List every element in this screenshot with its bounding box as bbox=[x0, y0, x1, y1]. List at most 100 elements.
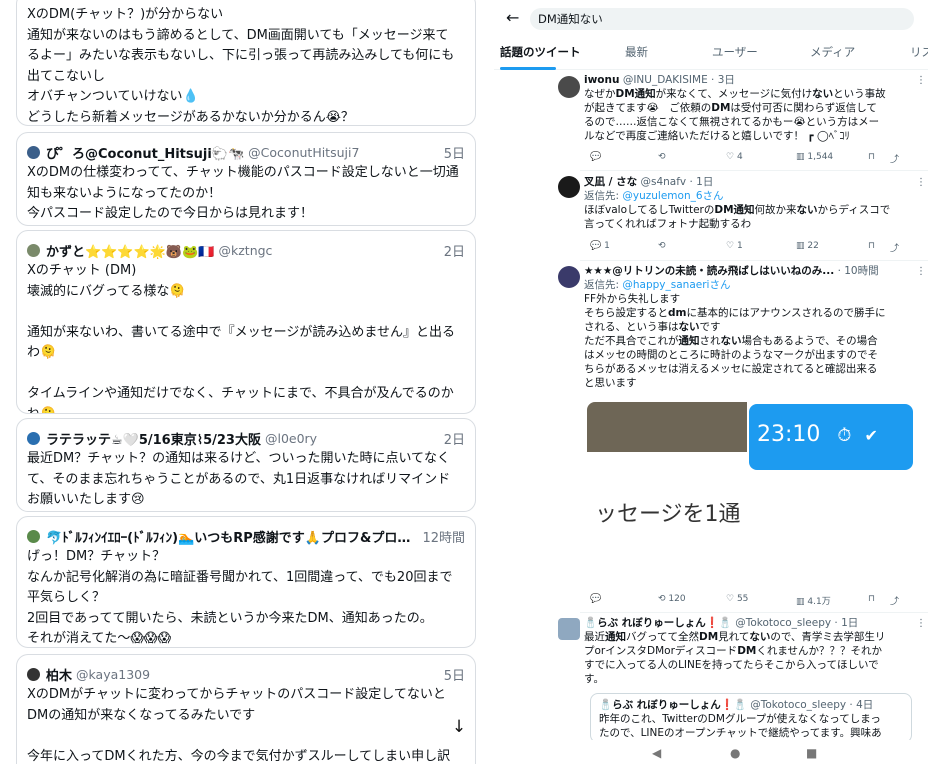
views-icon[interactable]: ▥ 4.1万 bbox=[796, 594, 831, 607]
avatar[interactable] bbox=[27, 431, 40, 445]
author-handle[interactable]: @Tokotoco_sleepy · 4日 bbox=[750, 699, 873, 711]
like-icon[interactable]: ♡ 4 bbox=[726, 152, 743, 162]
more-options-icon[interactable]: ⋮ bbox=[916, 266, 926, 277]
tweet-1[interactable]: iwonu @INU_DAKISIME · 3日 なぜかDM通知が来なくて、メッ… bbox=[584, 73, 924, 143]
author-handle[interactable]: @INU_DAKISIME · 3日 bbox=[623, 74, 735, 86]
share-icon[interactable]: ⤴ bbox=[890, 152, 899, 165]
more-options-icon[interactable]: ⋮ bbox=[916, 618, 926, 629]
tab-top[interactable]: 話題のツイート bbox=[500, 44, 581, 60]
post-line: 平気らしく？ bbox=[27, 590, 106, 605]
tweet-line: ほぼvaloしてるしTwitterのDM通知何故か来ないからディスコで bbox=[584, 204, 891, 216]
post-line: て、そのまま忘れちゃうことがあるので、丸1日返事なければリマインド bbox=[27, 471, 451, 487]
tab-latest[interactable]: 最新 bbox=[625, 44, 648, 60]
tweet-body: 最近通知バグってて全然DM見れてないので、青学ミ去学部生リ プorインスタDMo… bbox=[584, 630, 924, 686]
timer-time: 23:10 bbox=[757, 422, 821, 447]
author-name[interactable]: 叉凪 / さな bbox=[584, 176, 637, 188]
post-line: DMの通知が来なくなってるみたいです bbox=[27, 707, 256, 723]
quoted-tweet[interactable]: 🧂らぶ れぼりゅーしょん❗🧂 @Tokotoco_sleepy · 4日 昨年の… bbox=[590, 693, 912, 743]
author-handle[interactable]: @CoconutHitsuji7 bbox=[248, 145, 359, 160]
author-name[interactable]: ★★★@リトリンの未読・読み飛ばしはいいねのみ... bbox=[584, 265, 834, 277]
post-body: XのDM(チャット？)が分からない 通知が来ないのはもう諦めるとして、DM画面開… bbox=[27, 5, 465, 125]
result-card-5[interactable]: 🐬ﾄﾞﾙﾌｨﾝｲｴﾛｰ(ﾄﾞﾙﾌｨﾝ)🏊いつもRP感謝です🙏プロフ&プロカ...… bbox=[16, 516, 476, 648]
author-handle[interactable]: @Tokotoco_sleepy · 1日 bbox=[735, 617, 858, 629]
like-icon[interactable]: ♡ 1 bbox=[726, 241, 743, 251]
post-line: げっ！DM？チャット？ bbox=[27, 549, 166, 564]
search-tabs: 話題のツイート 最新 ユーザー メディア リス bbox=[494, 36, 928, 70]
post-date: 5日 bbox=[443, 668, 465, 684]
scroll-down-button[interactable]: ↓ bbox=[446, 714, 472, 740]
result-card-6[interactable]: 柏木 @kaya1309 5日 XのDMがチャットに変わってからチャットのパスコ… bbox=[16, 654, 476, 764]
reply-icon[interactable]: 💬 bbox=[590, 594, 601, 604]
result-card-4[interactable]: ラテラッテ☕🤍5/16東京⌇5/23大阪 @l0e0ry 2日 最近DM？チャッ… bbox=[16, 418, 476, 512]
back-arrow-icon[interactable]: ← bbox=[506, 8, 519, 27]
tweet-line: なぜかDM通知が来なくて、メッセージに気付けないという事故 bbox=[584, 88, 886, 100]
views-icon[interactable]: ▥ 22 bbox=[796, 241, 819, 251]
more-options-icon[interactable]: ⋮ bbox=[916, 177, 926, 188]
more-options-icon[interactable]: ⋮ bbox=[916, 75, 926, 86]
retweet-icon[interactable]: ⟲ bbox=[658, 152, 666, 162]
author-handle[interactable]: @s4nafv · 1日 bbox=[641, 176, 714, 188]
avatar[interactable] bbox=[558, 176, 580, 198]
tab-lists[interactable]: リス bbox=[910, 44, 928, 60]
result-card-1[interactable]: XのDM(チャット？)が分からない 通知が来ないのはもう諦めるとして、DM画面開… bbox=[16, 0, 476, 126]
share-icon[interactable]: ⤴ bbox=[890, 594, 899, 607]
avatar[interactable] bbox=[27, 243, 40, 257]
nav-recents-icon[interactable]: ■ bbox=[806, 746, 817, 760]
like-count: 1 bbox=[736, 241, 743, 251]
post-line: 2回目であってて開いたら、未読というか今来たDM、通知あったの。 bbox=[27, 610, 433, 626]
reply-icon[interactable]: 💬 1 bbox=[590, 241, 610, 251]
reply-icon[interactable]: 💬 bbox=[590, 152, 601, 162]
retweet-icon[interactable]: ⟲ 120 bbox=[658, 594, 686, 604]
author-name[interactable]: ラテラッテ☕🤍5/16東京⌇5/23大阪 bbox=[46, 429, 261, 448]
media-text: ッセージを1通 bbox=[595, 502, 741, 527]
nav-home-icon[interactable]: ● bbox=[730, 746, 740, 760]
tweet-2[interactable]: 叉凪 / さな @s4nafv · 1日 返信先: @yuzulemon_6さん… bbox=[584, 175, 924, 231]
search-header: ← DM通知ない bbox=[494, 0, 928, 36]
avatar[interactable] bbox=[27, 145, 40, 159]
share-icon[interactable]: ⤴ bbox=[890, 241, 899, 254]
bookmark-icon[interactable]: ⊓ bbox=[868, 152, 875, 162]
reply-to-handle[interactable]: @happy_sanaeriさん bbox=[622, 279, 730, 291]
author-name[interactable]: iwonu bbox=[584, 74, 619, 86]
bookmark-icon[interactable]: ⊓ bbox=[868, 594, 875, 604]
like-icon[interactable]: ♡ 55 bbox=[726, 594, 748, 604]
android-nav-bar: ◀ ● ■ bbox=[494, 740, 928, 770]
avatar[interactable] bbox=[27, 667, 40, 681]
avatar[interactable] bbox=[27, 529, 40, 543]
tweet-line: はメッセの時間のところに時計のようなマークが出ますのでそ bbox=[584, 349, 878, 361]
tweet-3[interactable]: ★★★@リトリンの未読・読み飛ばしはいいねのみ... · 10時間 返信先: @… bbox=[584, 264, 924, 390]
avatar[interactable] bbox=[558, 618, 580, 640]
author-name[interactable]: 🐬ﾄﾞﾙﾌｨﾝｲｴﾛｰ(ﾄﾞﾙﾌｨﾝ)🏊いつもRP感謝です🙏プロフ&プロカ... bbox=[46, 527, 416, 546]
tweet-line: す。 bbox=[584, 673, 604, 685]
tweet-line: プorインスタDMorディスコードDMくれませんか？？？それか bbox=[584, 645, 883, 657]
post-line: タイムラインや通知だけでなく、チャットにまで、不具合が及んでるのか bbox=[27, 386, 454, 401]
reply-to-handle[interactable]: @yuzulemon_6さん bbox=[622, 190, 723, 202]
author-handle[interactable]: · 10時間 bbox=[838, 265, 879, 277]
tab-media[interactable]: メディア bbox=[810, 44, 855, 60]
author-handle[interactable]: @l0e0ry bbox=[265, 431, 317, 446]
divider bbox=[580, 170, 928, 171]
reply-prefix: 返信先: bbox=[584, 279, 623, 291]
author-name[interactable]: 🧂らぶ れぼりゅーしょん❗🧂 bbox=[599, 699, 747, 711]
retweet-icon[interactable]: ⟲ bbox=[658, 241, 666, 251]
search-input[interactable]: DM通知ない bbox=[530, 8, 914, 30]
author-handle[interactable]: @kztngc bbox=[219, 243, 273, 258]
author-name[interactable]: かずと⭐⭐⭐⭐🌟🐻🐸🇫🇷 bbox=[46, 241, 215, 260]
author-name[interactable]: ぴ゜ろ@Coconut_Hitsuji🐑🐄 bbox=[46, 143, 244, 162]
tweet-media-image[interactable]: 23:10 ⏱ ✔ ッセージを1通 bbox=[587, 402, 913, 588]
views-icon[interactable]: ▥ 1,544 bbox=[796, 152, 833, 162]
nav-back-icon[interactable]: ◀ bbox=[652, 746, 661, 760]
result-card-2[interactable]: ぴ゜ろ@Coconut_Hitsuji🐑🐄 @CoconutHitsuji7 5… bbox=[16, 132, 476, 226]
post-date: 5日 bbox=[443, 146, 465, 162]
avatar[interactable] bbox=[558, 266, 580, 288]
post-line: 最近DM？チャット？の通知は来るけど、ついった開いた時に点いてなく bbox=[27, 451, 451, 466]
tweet-header: ★★★@リトリンの未読・読み飛ばしはいいねのみ... · 10時間 bbox=[584, 264, 924, 278]
tweet-4[interactable]: 🧂らぶ れぼりゅーしょん❗🧂 @Tokotoco_sleepy · 1日 最近通… bbox=[584, 616, 924, 686]
author-name[interactable]: 🧂らぶ れぼりゅーしょん❗🧂 bbox=[584, 617, 732, 629]
bookmark-icon[interactable]: ⊓ bbox=[868, 241, 875, 251]
author-handle[interactable]: @kaya1309 bbox=[76, 667, 150, 682]
result-card-3[interactable]: かずと⭐⭐⭐⭐🌟🐻🐸🇫🇷 @kztngc 2日 Xのチャット (DM) 壊滅的に… bbox=[16, 230, 476, 414]
avatar[interactable] bbox=[558, 76, 580, 98]
author-name[interactable]: 柏木 bbox=[46, 665, 72, 684]
tab-users[interactable]: ユーザー bbox=[712, 44, 758, 60]
